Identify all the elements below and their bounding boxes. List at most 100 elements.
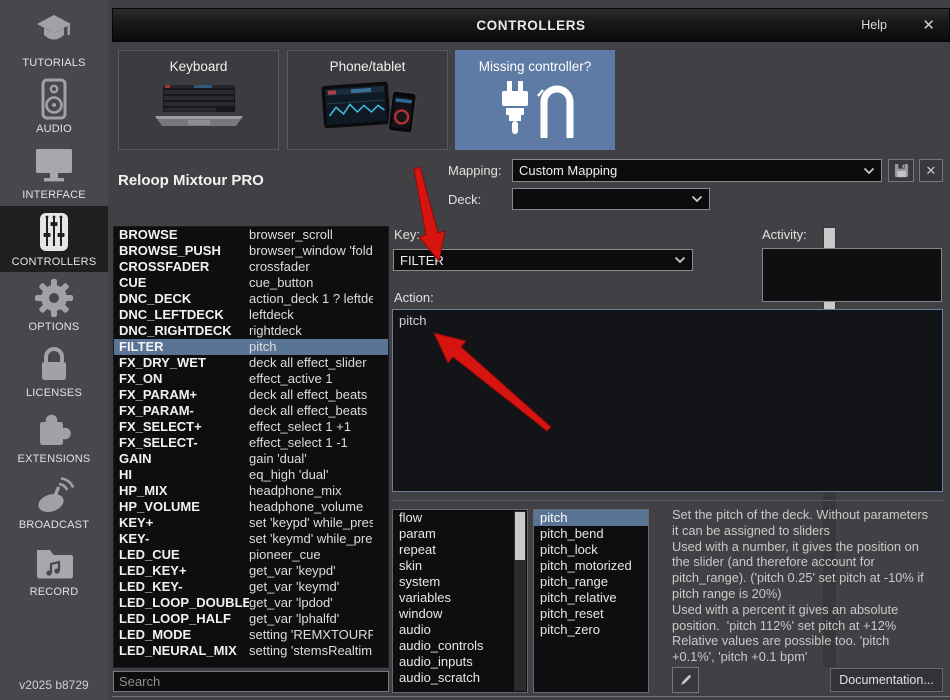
key-name: HP_VOLUME [114,499,249,515]
sidebar-item-label: INTERFACE [0,189,108,201]
command-item[interactable]: pitch_reset [534,606,648,622]
command-item[interactable]: pitch_lock [534,542,648,558]
key-mapping-row[interactable]: FILTER pitch [114,339,388,355]
key-mapping-row[interactable]: BROWSE_PUSH browser_window 'fold [114,243,388,259]
key-mapping-row[interactable]: FX_SELECT- effect_select 1 -1 [114,435,388,451]
category-item[interactable]: skin [393,558,527,574]
mapping-delete-button[interactable]: ✕ [919,159,943,182]
key-mapping-row[interactable]: KEY+ set 'keypd' while_pres [114,515,388,531]
key-mapping-row[interactable]: LED_LOOP_HALF get_var 'lphalfd' [114,611,388,627]
edit-action-button[interactable] [672,667,699,693]
key-mapping-row[interactable]: FX_DRY_WET deck all effect_slider [114,355,388,371]
key-action: effect_active 1 [249,371,373,387]
key-name: HI [114,467,249,483]
key-mapping-row[interactable]: BROWSE browser_scroll [114,227,388,243]
key-mapping-row[interactable]: FX_ON effect_active 1 [114,371,388,387]
category-item[interactable]: repeat [393,542,527,558]
command-item[interactable]: pitch_relative [534,590,648,606]
divider [112,696,950,697]
music-folder-icon [32,543,76,583]
documentation-button[interactable]: Documentation... [830,668,943,692]
command-item[interactable]: pitch [534,510,648,526]
key-mapping-row[interactable]: GAIN gain 'dual' [114,451,388,467]
sidebar-item-options[interactable]: OPTIONS [0,278,108,333]
key-select[interactable]: FILTER [393,249,693,271]
search-input[interactable] [113,671,389,692]
key-mapping-row[interactable]: LED_NEURAL_MIX setting 'stemsRealtim [114,643,388,659]
key-mapping-row[interactable]: LED_CUE pioneer_cue [114,547,388,563]
category-item[interactable]: param [393,526,527,542]
key-select-value: FILTER [400,253,674,268]
category-item[interactable]: audio_scratch [393,670,527,686]
category-item[interactable]: system [393,574,527,590]
sidebar-item-record[interactable]: RECORD [0,543,108,598]
help-button[interactable]: Help [861,18,887,32]
key-action: rightdeck [249,323,373,339]
command-item[interactable]: pitch_range [534,574,648,590]
category-item[interactable]: audio [393,622,527,638]
key-mapping-row[interactable]: LED_KEY+ get_var 'keypd' [114,563,388,579]
key-action: set 'keypd' while_pres [249,515,373,531]
action-command-list[interactable]: pitch pitch_bend pitch_lock pitch_motori… [533,509,649,693]
command-item[interactable]: pitch_zero [534,622,648,638]
action-editor[interactable]: pitch [392,309,943,492]
key-name: FX_PARAM- [114,403,249,419]
key-mapping-row[interactable]: HI eq_high 'dual' [114,467,388,483]
category-list-scrollbar-thumb[interactable] [515,512,525,560]
category-item[interactable]: audio_inputs [393,654,527,670]
device-name: Reloop Mixtour PRO [118,172,264,189]
sidebar-item-audio[interactable]: AUDIO [0,78,108,135]
key-action: action_deck 1 ? leftde [249,291,373,307]
key-mapping-row[interactable]: DNC_DECK action_deck 1 ? leftde [114,291,388,307]
category-item[interactable]: audio_controls [393,638,527,654]
key-mapping-row[interactable]: LED_LOOP_DOUBLE get_var 'lpdod' [114,595,388,611]
key-mapping-row[interactable]: CROSSFADER crossfader [114,259,388,275]
command-item[interactable]: pitch_motorized [534,558,648,574]
key-mapping-row[interactable]: LED_KEY- get_var 'keymd' [114,579,388,595]
missing-controller-card[interactable]: Missing controller? [455,50,615,150]
key-mapping-row[interactable]: DNC_LEFTDECK leftdeck [114,307,388,323]
key-mapping-row[interactable]: KEY- set 'keymd' while_pre [114,531,388,547]
key-name: LED_LOOP_HALF [114,611,249,627]
mapping-save-button[interactable] [888,159,914,182]
action-category-list[interactable]: flow param repeat skin system variables … [392,509,528,693]
category-item[interactable]: flow [393,510,527,526]
key-mapping-list[interactable]: BROWSE browser_scroll BROWSE_PUSH browse… [113,226,389,668]
sidebar-item-licenses[interactable]: LICENSES [0,344,108,399]
key-mapping-row[interactable]: FX_PARAM+ deck all effect_beats [114,387,388,403]
key-mapping-row[interactable]: FX_SELECT+ effect_select 1 +1 [114,419,388,435]
category-item[interactable]: window [393,606,527,622]
sidebar-item-broadcast[interactable]: BROADCAST [0,476,108,531]
key-action: leftdeck [249,307,373,323]
key-name: CROSSFADER [114,259,249,275]
key-mapping-row[interactable]: FX_PARAM- deck all effect_beats [114,403,388,419]
description-line: Used with a number, it gives the positio… [672,539,948,555]
mapping-select[interactable]: Custom Mapping [512,159,882,182]
sidebar-item-interface[interactable]: INTERFACE [0,146,108,201]
sidebar-item-extensions[interactable]: EXTENSIONS [0,410,108,465]
key-mapping-row[interactable]: HP_VOLUME headphone_volume [114,499,388,515]
key-mapping-row[interactable]: HP_MIX headphone_mix [114,483,388,499]
puzzle-icon [33,410,75,450]
keyboard-card-title: Keyboard [119,59,278,74]
key-mapping-row[interactable]: DNC_RIGHTDECK rightdeck [114,323,388,339]
key-mapping-row[interactable]: LED_MODE setting 'REMXTOURP [114,627,388,643]
phone-tablet-image [316,80,420,132]
category-item[interactable]: variables [393,590,527,606]
key-action: cue_button [249,275,373,291]
pointer-arrow-key-dropdown [414,167,445,261]
key-mapping-row[interactable]: CUE cue_button [114,275,388,291]
monitor-icon [32,146,76,186]
sidebar-item-tutorials[interactable]: TUTORIALS [0,12,108,69]
command-item[interactable]: pitch_bend [534,526,648,542]
deck-select[interactable] [512,188,710,210]
titlebar: CONTROLLERS Help ✕ [112,8,950,42]
sidebar-item-controllers[interactable]: CONTROLLERS [0,211,108,268]
category-list-scrollbar[interactable] [514,511,526,691]
key-name: CUE [114,275,249,291]
key-name: LED_KEY- [114,579,249,595]
phone-tablet-card[interactable]: Phone/tablet [287,50,448,150]
close-icon[interactable]: ✕ [922,16,935,34]
key-name: FX_SELECT- [114,435,249,451]
keyboard-card[interactable]: Keyboard [118,50,279,150]
